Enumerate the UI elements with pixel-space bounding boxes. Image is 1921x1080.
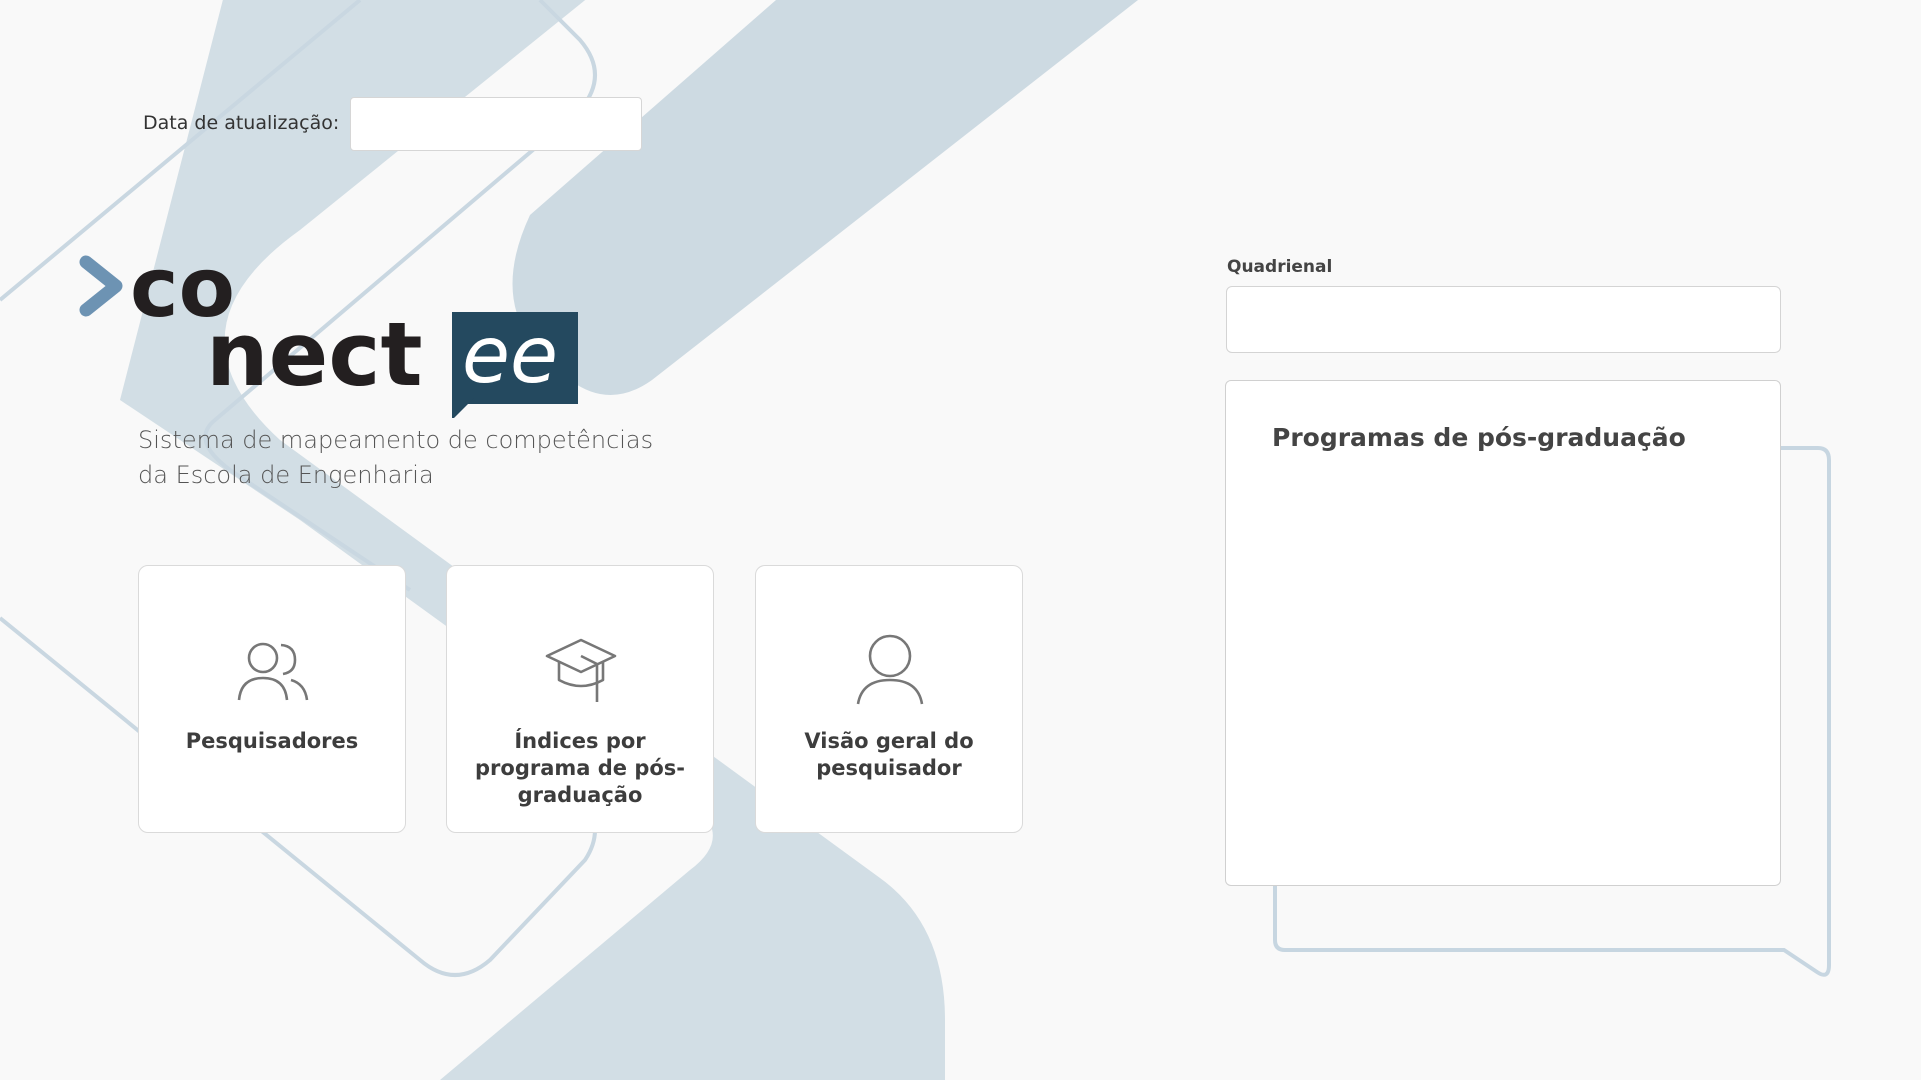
card-label: Visão geral do pesquisador: [804, 729, 974, 780]
conectee-logo: co nect ee: [79, 248, 578, 418]
tagline-line-1: Sistema de mapeamento de competências: [138, 426, 654, 454]
chevron-right-icon: [79, 255, 123, 317]
system-tagline: Sistema de mapeamento de competências da…: [138, 423, 653, 493]
diagonal-band-shape: [512, 0, 1138, 395]
logo-text-nect: nect: [206, 303, 423, 406]
quadrienal-label: Quadrienal: [1227, 257, 1333, 277]
card-label: Pesquisadores: [185, 729, 359, 753]
card-indices-programa[interactable]: Índices por programa de pós-graduação: [446, 565, 714, 833]
card-label: Índices por programa de pós-graduação: [475, 729, 685, 807]
user-icon: [856, 634, 924, 705]
quadrienal-select[interactable]: [1226, 286, 1781, 353]
tagline-line-2: da Escola de Engenharia: [138, 461, 434, 489]
update-date-field[interactable]: [350, 97, 642, 151]
card-pesquisadores[interactable]: Pesquisadores: [138, 565, 406, 833]
users-icon: [237, 642, 309, 701]
update-date-label: Data de atualização:: [143, 112, 340, 134]
logo-text-ee: ee: [462, 311, 558, 401]
logo-speech-tail: [452, 398, 474, 418]
graduation-cap-icon: [545, 638, 617, 702]
programs-panel: Programas de pós-graduação: [1225, 380, 1781, 886]
card-visao-pesquisador[interactable]: Visão geral do pesquisador: [755, 565, 1023, 833]
programs-title: Programas de pós-graduação: [1272, 423, 1686, 452]
